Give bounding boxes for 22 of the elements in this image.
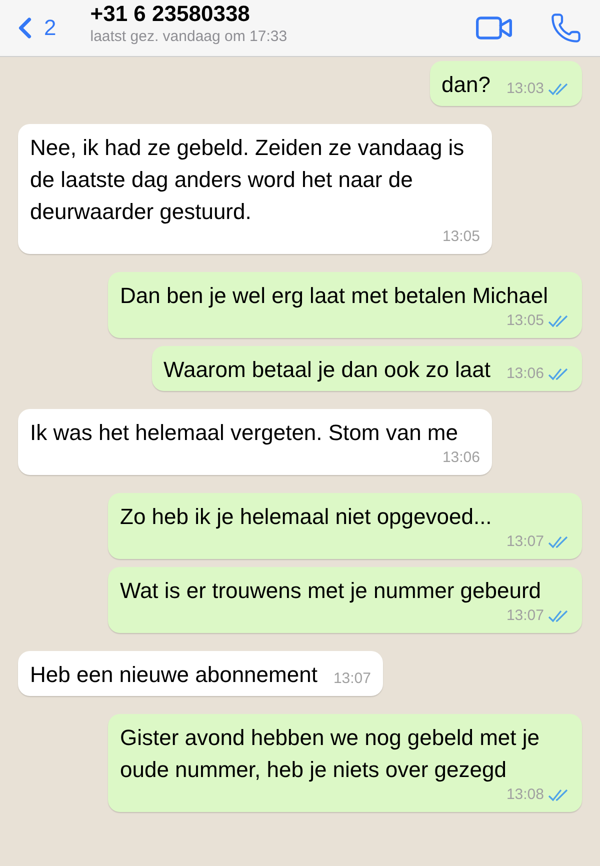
message-time: 13:03 bbox=[506, 80, 544, 98]
message-time: 13:06 bbox=[442, 449, 480, 467]
message-text: Zo heb ik je helemaal niet opgevoed... bbox=[120, 503, 492, 531]
message-time: 13:07 bbox=[333, 670, 371, 688]
message-time: 13:08 bbox=[506, 786, 544, 804]
message-text: dan? bbox=[442, 71, 490, 99]
call-button[interactable] bbox=[550, 12, 582, 44]
message-text: Heb een nieuwe abonnement bbox=[30, 661, 318, 689]
message-time: 13:06 bbox=[506, 365, 544, 383]
message-text: Gister avond hebben we nog gebeld met je oude nummer, heb je niets over gezegd bbox=[120, 724, 541, 784]
last-seen-text: laatst gez. vandaag om 17:33 bbox=[90, 27, 288, 47]
message-text: Nee, ik had ze gebeld. Zeiden ze vandaag is de laatste dag anders word het naar de deurwaarder gestuurd. bbox=[30, 134, 466, 226]
message-time: 13:05 bbox=[442, 228, 480, 246]
back-button[interactable]: 2 bbox=[8, 11, 56, 45]
contact-name: +31 6 23580338 bbox=[90, 1, 251, 27]
message-text: Dan ben je wel erg laat met betalen Michael bbox=[120, 282, 548, 310]
message-time: 13:07 bbox=[506, 607, 544, 625]
message-time: 13:07 bbox=[506, 533, 544, 551]
message-text: Wat is er trouwens met je nummer gebeurd bbox=[120, 577, 542, 605]
message-text: Ik was het helemaal vergeten. Stom van me bbox=[30, 419, 458, 447]
message-text: Waarom betaal je dan ook zo laat bbox=[164, 356, 490, 384]
message-time: 13:05 bbox=[506, 312, 544, 330]
